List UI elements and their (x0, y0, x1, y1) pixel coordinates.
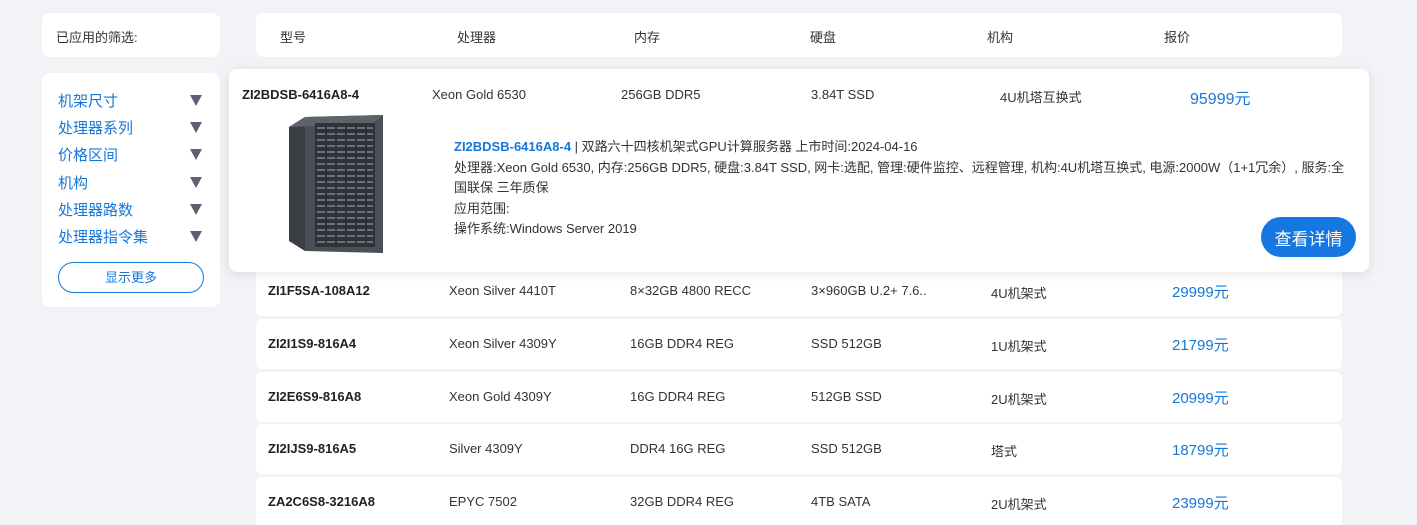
row-chassis: 4U机塔互换式 (1000, 90, 1082, 105)
filter-instruction-set[interactable]: 处理器指令集 (58, 223, 204, 250)
row-disk: 4TB SATA (811, 494, 871, 509)
column-header-disk: 硬盘 (810, 30, 837, 45)
column-header-cpu: 处理器 (457, 30, 497, 45)
caret-down-icon (190, 203, 202, 215)
filter-rack-size[interactable]: 机架尺寸 (58, 87, 204, 114)
table-row[interactable]: ZA2C6S8-3216A8 EPYC 7502 32GB DDR4 REG 4… (256, 477, 1342, 525)
row-chassis: 1U机架式 (991, 339, 1047, 354)
detail-os: 操作系统:Windows Server 2019 (454, 221, 637, 236)
row-price: 23999元 (1172, 495, 1229, 512)
filter-label: 处理器指令集 (58, 229, 149, 247)
caret-down-icon (190, 95, 202, 107)
row-price: 21799元 (1172, 337, 1229, 354)
row-disk: SSD 512GB (811, 336, 882, 351)
server-tower-image (289, 115, 383, 253)
row-memory: 16G DDR4 REG (630, 389, 726, 404)
view-details-button[interactable]: 查看详情 (1261, 217, 1356, 257)
table-row[interactable]: ZI2E6S9-816A8 Xeon Gold 4309Y 16G DDR4 R… (256, 372, 1342, 422)
row-memory: 32GB DDR4 REG (630, 494, 735, 509)
caret-down-icon (190, 149, 202, 161)
row-memory: 256GB DDR5 (621, 87, 701, 102)
caret-down-icon (190, 176, 202, 188)
table-row[interactable]: ZI2IJS9-816A5 Silver 4309Y DDR4 16G REG … (256, 424, 1342, 474)
row-disk: 3×960GB U.2+ 7.6.. (811, 283, 927, 298)
filter-chassis[interactable]: 机构 (58, 169, 204, 196)
row-price: 20999元 (1172, 390, 1229, 407)
table-header: 型号 处理器 内存 硬盘 机构 报价 (256, 13, 1342, 57)
applied-filters-panel: 已应用的筛选: (42, 13, 220, 57)
table-row-expanded[interactable]: ZI2BDSB-6416A8-4 Xeon Gold 6530 256GB DD… (229, 69, 1369, 272)
table-row[interactable]: ZI2I1S9-816A4 Xeon Silver 4309Y 16GB DDR… (256, 319, 1342, 369)
detail-specs: 处理器:Xeon Gold 6530, 内存:256GB DDR5, 硬盘:3.… (454, 159, 1345, 196)
row-cpu: Xeon Gold 6530 (432, 87, 526, 102)
row-chassis: 塔式 (991, 444, 1018, 459)
filter-panel: 机架尺寸 处理器系列 价格区间 机构 处理器路数 处理器指令集 显示更多 (42, 73, 220, 307)
show-more-button[interactable]: 显示更多 (58, 262, 204, 294)
row-model: ZI2IJS9-816A5 (268, 441, 357, 456)
row-disk: SSD 512GB (811, 441, 882, 456)
table-row[interactable]: ZI1F5SA-108A12 Xeon Silver 4410T 8×32GB … (256, 266, 1342, 316)
row-model: ZI2I1S9-816A4 (268, 336, 357, 351)
row-chassis: 4U机架式 (991, 286, 1047, 301)
row-disk: 512GB SSD (811, 389, 882, 404)
detail-application-range: 应用范围: (454, 200, 510, 216)
row-chassis: 2U机架式 (991, 497, 1047, 512)
row-cpu: Xeon Silver 4410T (449, 283, 556, 298)
filter-label: 机架尺寸 (58, 93, 119, 111)
caret-down-icon (190, 122, 202, 134)
detail-title: | 双路六十四核机架式GPU计算服务器 上市时间:2024-04-16 (571, 139, 918, 154)
row-memory: DDR4 16G REG (630, 441, 726, 456)
filter-label: 机构 (58, 174, 89, 192)
product-detail: ZI2BDSB-6416A8-4 | 双路六十四核机架式GPU计算服务器 上市时… (454, 137, 1354, 240)
column-header-model: 型号 (280, 30, 307, 45)
caret-down-icon (190, 231, 202, 243)
row-model: ZI1F5SA-108A12 (268, 283, 370, 298)
row-cpu: Silver 4309Y (449, 441, 523, 456)
row-model: ZI2BDSB-6416A8-4 (242, 87, 360, 102)
row-disk: 3.84T SSD (811, 87, 875, 102)
applied-filters-label: 已应用的筛选: (56, 30, 138, 45)
row-price: 18799元 (1172, 442, 1229, 459)
filter-cpu-sockets[interactable]: 处理器路数 (58, 196, 204, 223)
row-chassis: 2U机架式 (991, 392, 1047, 407)
filter-price-range[interactable]: 价格区间 (58, 141, 204, 168)
row-memory: 8×32GB 4800 RECC (630, 283, 752, 298)
row-model: ZA2C6S8-3216A8 (268, 494, 375, 509)
row-memory: 16GB DDR4 REG (630, 336, 735, 351)
row-cpu: Xeon Silver 4309Y (449, 336, 557, 351)
filter-label: 处理器系列 (58, 120, 134, 138)
filter-label: 价格区间 (58, 147, 119, 165)
row-price: 95999元 (1190, 91, 1251, 108)
row-cpu: Xeon Gold 4309Y (449, 389, 552, 404)
column-header-price: 报价 (1164, 30, 1191, 45)
detail-model-link[interactable]: ZI2BDSB-6416A8-4 (454, 139, 571, 154)
row-model: ZI2E6S9-816A8 (268, 389, 362, 404)
filter-label: 处理器路数 (58, 201, 134, 219)
filter-cpu-series[interactable]: 处理器系列 (58, 114, 204, 141)
column-header-memory: 内存 (634, 30, 661, 45)
row-cpu: EPYC 7502 (449, 494, 517, 509)
row-price: 29999元 (1172, 284, 1229, 301)
column-header-chassis: 机构 (987, 30, 1014, 45)
